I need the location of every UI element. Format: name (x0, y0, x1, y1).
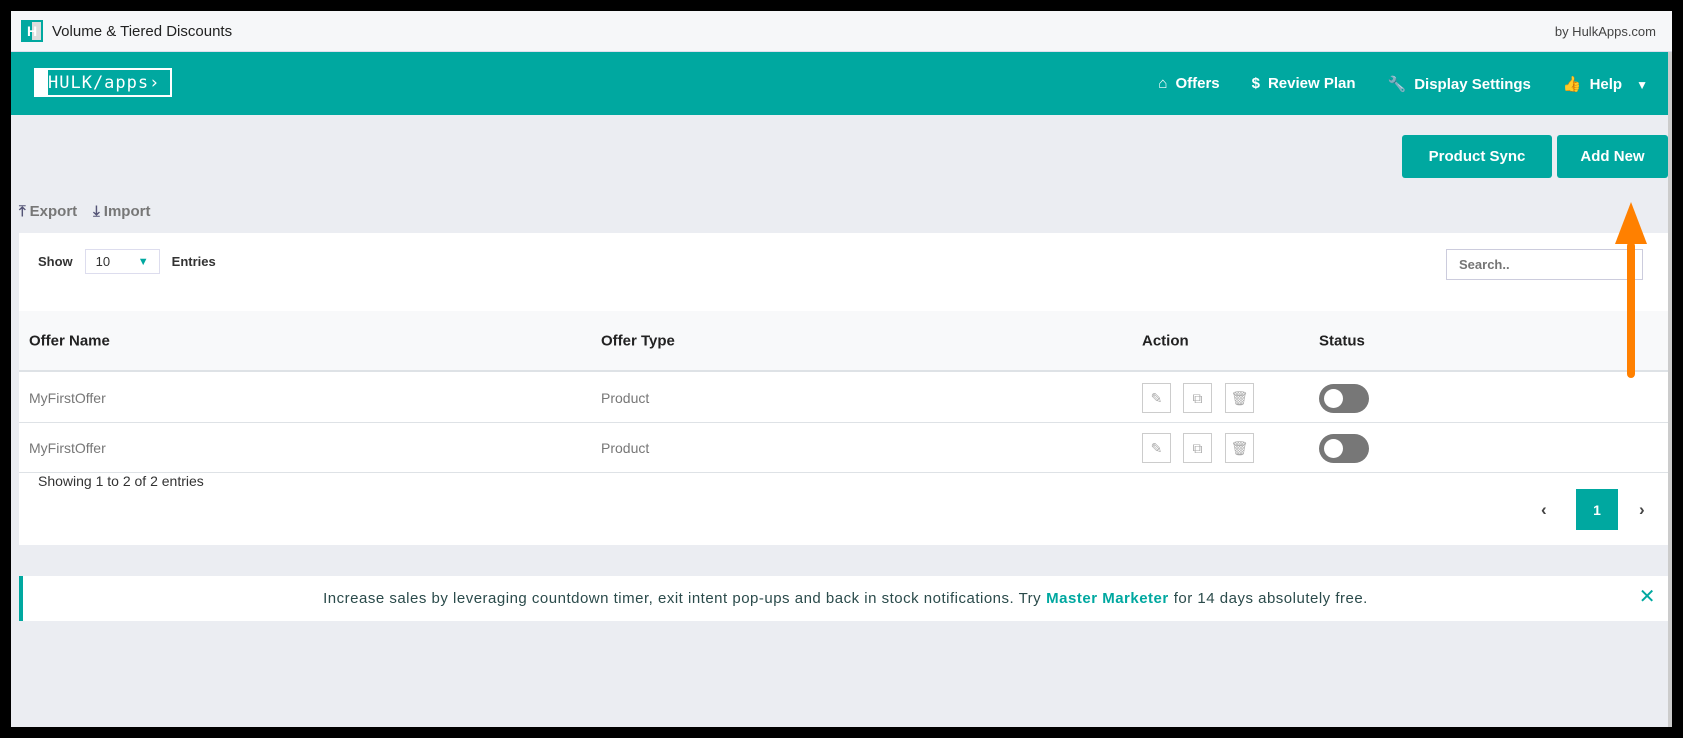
home-icon: ⌂ (1158, 75, 1168, 92)
status-toggle[interactable] (1319, 384, 1369, 413)
thumbs-up-icon: 👍 (1562, 75, 1582, 93)
pencil-icon: ✎ (1150, 439, 1163, 456)
app-header: HULK/apps› ⌂ Offers $ Review Plan 🔧 Display… (11, 52, 1668, 115)
pencil-icon: ✎ (1150, 389, 1163, 406)
export-link[interactable]: ⤒ Export (19, 203, 77, 220)
offer-name: MyFirstOffer (29, 389, 106, 406)
status-toggle[interactable] (1319, 434, 1369, 463)
page-size-control: Show 10 ▼ Entries (38, 249, 216, 274)
caret-down-icon: ▼ (137, 255, 149, 268)
page-size-select[interactable]: 10 ▼ (84, 249, 160, 274)
duplicate-button[interactable]: ⧉ (1183, 433, 1212, 463)
promo-banner: Increase sales by leveraging countdown t… (19, 576, 1668, 621)
download-icon: ⤓ (93, 203, 100, 220)
nav-review-plan[interactable]: $ Review Plan (1252, 75, 1356, 92)
main-nav: ⌂ Offers $ Review Plan 🔧 Display Settings 👍… (1158, 52, 1648, 115)
export-import-bar: ⤒ Export ⤓ Import (19, 203, 150, 220)
offers-table-card: Show 10▼ Entries Offer Name Offer Type A… (19, 233, 1668, 545)
next-page-button[interactable]: › (1639, 500, 1645, 520)
scrollbar[interactable] (1668, 52, 1672, 727)
edit-button[interactable]: ✎ (1142, 383, 1171, 413)
dollar-icon: $ (1251, 75, 1260, 92)
add-new-button[interactable]: Add New (1557, 135, 1668, 178)
column-status[interactable]: Status (1319, 332, 1365, 349)
trash-icon: 🗑 (1230, 389, 1249, 406)
table-row: MyFirstOffer Product ✎ ⧉ 🗑 (19, 423, 1668, 473)
window-title: Volume & Tiered Discounts (52, 22, 233, 40)
column-offer-name[interactable]: Offer Name (29, 332, 110, 349)
import-link[interactable]: ⤓ Import (93, 203, 150, 220)
offer-type: Product (601, 389, 650, 406)
table-row: MyFirstOffer Product ✎ ⧉ 🗑 (19, 373, 1668, 423)
hulkapps-logo[interactable]: HULK/apps› (34, 68, 173, 97)
wrench-icon: 🔧 (1387, 75, 1407, 93)
offer-name: MyFirstOffer (29, 439, 106, 456)
close-icon[interactable]: ✕ (1639, 584, 1656, 609)
nav-display-settings[interactable]: 🔧 Display Settings (1388, 75, 1531, 93)
trash-icon: 🗑 (1230, 439, 1249, 456)
delete-button[interactable]: 🗑 (1225, 433, 1254, 463)
title-bar: H Volume & Tiered Discounts by HulkApps.… (11, 11, 1672, 52)
annotation-arrow (1615, 202, 1647, 378)
column-action: Action (1142, 332, 1189, 349)
page-1-button[interactable]: 1 (1576, 489, 1618, 530)
column-offer-type[interactable]: Offer Type (601, 332, 675, 349)
offer-type: Product (601, 439, 650, 456)
entries-info: Showing 1 to 2 of 2 entries (38, 473, 204, 489)
copy-icon: ⧉ (1192, 389, 1203, 406)
product-sync-button[interactable]: Product Sync (1402, 135, 1552, 178)
nav-offers[interactable]: ⌂ Offers (1158, 75, 1219, 92)
upload-icon: ⤒ (19, 203, 26, 220)
master-marketer-link[interactable]: Master Marketer (1046, 590, 1169, 607)
vendor-label: by HulkApps.com (1554, 23, 1656, 39)
delete-button[interactable]: 🗑 (1225, 383, 1254, 413)
app-icon: H (21, 20, 43, 42)
app-window: H Volume & Tiered Discounts by HulkApps.… (11, 11, 1672, 727)
copy-icon: ⧉ (1192, 439, 1203, 456)
edit-button[interactable]: ✎ (1142, 433, 1171, 463)
prev-page-button[interactable]: ‹ (1541, 500, 1547, 520)
duplicate-button[interactable]: ⧉ (1183, 383, 1212, 413)
table-header: Offer Name Offer Type Action Status (19, 311, 1668, 372)
nav-help[interactable]: 👍 Help ▼ (1563, 75, 1648, 93)
chevron-down-icon: ▼ (1636, 77, 1648, 92)
